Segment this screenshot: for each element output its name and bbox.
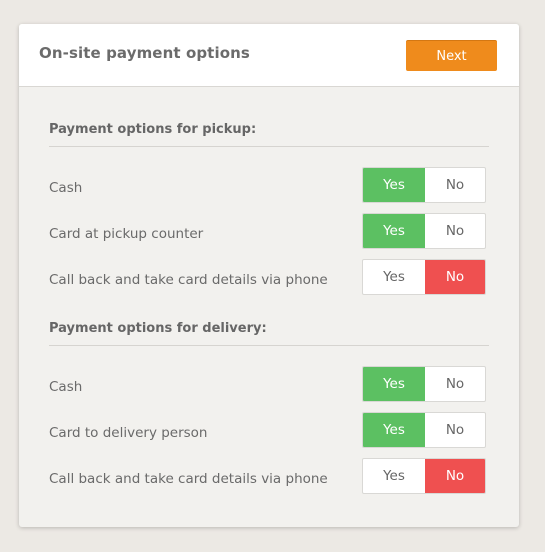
option-label: Call back and take card details via phon… <box>49 471 328 487</box>
no-option[interactable]: No <box>425 367 485 401</box>
next-button[interactable]: Next <box>406 40 497 71</box>
card-header: On-site payment options Next <box>19 24 519 87</box>
option-row-pickup-cash: Cash Yes No <box>49 167 489 216</box>
option-row-pickup-callback: Call back and take card details via phon… <box>49 259 489 308</box>
no-option[interactable]: No <box>425 260 485 294</box>
option-label: Cash <box>49 180 83 196</box>
yes-no-toggle: Yes No <box>362 366 486 402</box>
yes-no-toggle: Yes No <box>362 259 486 295</box>
no-option[interactable]: No <box>425 168 485 202</box>
pickup-section: Payment options for pickup: Cash Yes No … <box>49 121 489 308</box>
yes-option[interactable]: Yes <box>363 260 425 294</box>
no-option[interactable]: No <box>425 459 485 493</box>
delivery-section: Payment options for delivery: Cash Yes N… <box>49 320 489 507</box>
section-title-delivery: Payment options for delivery: <box>49 320 489 346</box>
page-title: On-site payment options <box>39 44 250 62</box>
option-row-pickup-card-counter: Card at pickup counter Yes No <box>49 213 489 262</box>
option-row-delivery-card-person: Card to delivery person Yes No <box>49 412 489 461</box>
option-label: Call back and take card details via phon… <box>49 272 328 288</box>
yes-no-toggle: Yes No <box>362 412 486 448</box>
option-label: Cash <box>49 379 83 395</box>
yes-no-toggle: Yes No <box>362 213 486 249</box>
option-row-delivery-callback: Call back and take card details via phon… <box>49 458 489 507</box>
yes-option[interactable]: Yes <box>363 214 425 248</box>
option-row-delivery-cash: Cash Yes No <box>49 366 489 415</box>
yes-option[interactable]: Yes <box>363 459 425 493</box>
option-label: Card at pickup counter <box>49 226 204 242</box>
yes-option[interactable]: Yes <box>363 168 425 202</box>
payment-options-card: On-site payment options Next Payment opt… <box>19 24 519 527</box>
yes-no-toggle: Yes No <box>362 458 486 494</box>
no-option[interactable]: No <box>425 214 485 248</box>
section-title-pickup: Payment options for pickup: <box>49 121 489 147</box>
yes-option[interactable]: Yes <box>363 367 425 401</box>
yes-option[interactable]: Yes <box>363 413 425 447</box>
yes-no-toggle: Yes No <box>362 167 486 203</box>
no-option[interactable]: No <box>425 413 485 447</box>
option-label: Card to delivery person <box>49 425 208 441</box>
